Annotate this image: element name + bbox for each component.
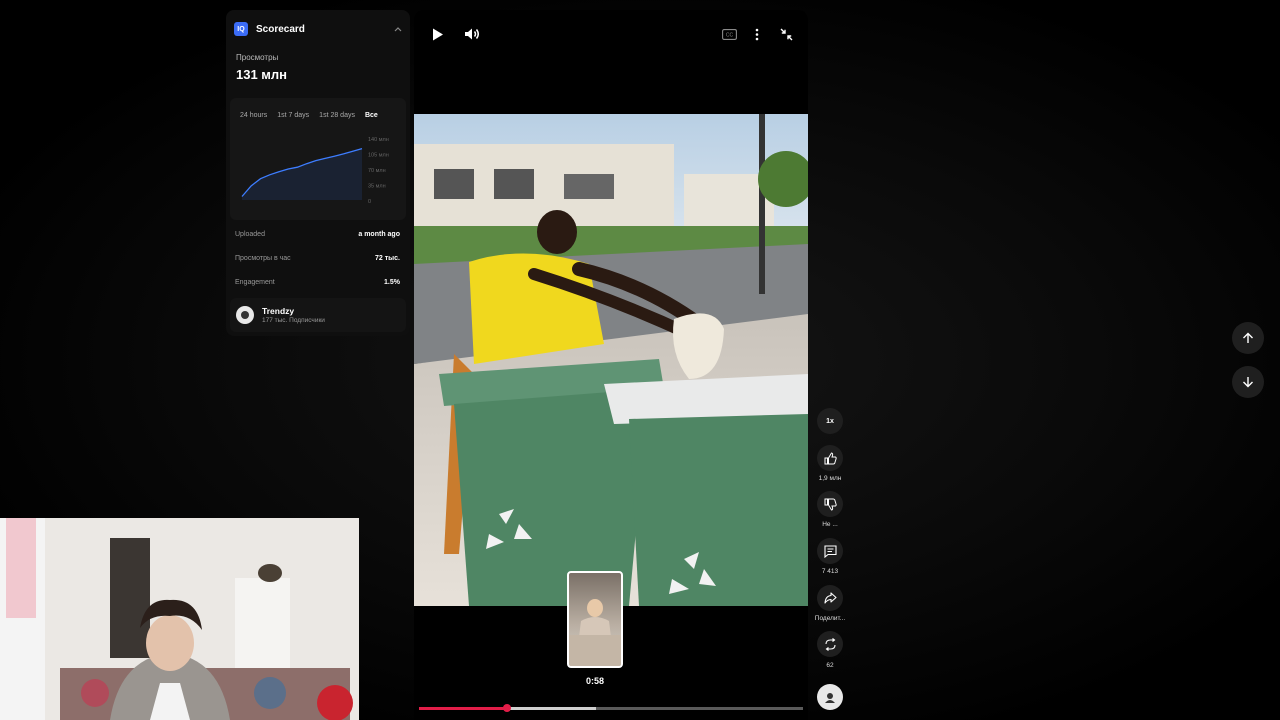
remix-icon [824, 637, 836, 651]
y-tick-label: 35 млн [368, 184, 386, 190]
stat-views-per-hour: Просмотры в час 72 тыс. [230, 246, 406, 270]
comments-count: 7 413 [821, 568, 839, 575]
volume-button[interactable] [462, 24, 482, 44]
stat-uploaded: Uploaded a month ago [230, 222, 406, 246]
captions-icon: CC [721, 28, 737, 40]
video-scene [414, 114, 808, 606]
views-chart-card: 24 hours 1st 7 days 1st 28 days Все 140 … [230, 98, 406, 220]
speed-button[interactable]: 1x [817, 408, 843, 434]
chevron-up-icon[interactable] [394, 25, 402, 34]
like-button[interactable] [817, 445, 843, 471]
progress-scrubber-handle[interactable] [503, 704, 512, 712]
svg-text:CC: CC [725, 32, 733, 38]
scorecard-panel: IQ Scorecard Просмотры 131 млн 24 hours … [226, 10, 410, 336]
page: IQ Scorecard Просмотры 131 млн 24 hours … [0, 0, 1280, 720]
channel-subscribers: 177 тыс. Подписчики [262, 317, 325, 324]
avatar [825, 693, 835, 703]
tab-first-28-days[interactable]: 1st 28 days [319, 112, 355, 119]
collapse-icon [780, 28, 792, 40]
progress-played [419, 707, 508, 710]
seek-preview-time: 0:58 [585, 676, 604, 686]
views-area [242, 148, 362, 200]
views-chart: 140 млн 105 млн 70 млн 35 млн 0 [241, 137, 389, 205]
progress-hover-range [507, 707, 596, 710]
avatar [236, 306, 254, 324]
arrow-down-icon [1243, 377, 1253, 388]
stat-label: Engagement [235, 278, 275, 286]
remix-button[interactable] [817, 631, 843, 657]
speed-label: 1x [826, 417, 834, 425]
comments-button[interactable] [817, 538, 843, 564]
progress-bar[interactable] [419, 704, 803, 712]
player-top-controls: CC [414, 10, 808, 58]
exit-fullscreen-button[interactable] [776, 24, 796, 44]
y-tick-label: 70 млн [368, 168, 386, 174]
share-icon [823, 592, 837, 604]
play-icon [433, 28, 443, 40]
webcam-scene [0, 518, 359, 720]
dislike-label: Не ... [822, 521, 838, 528]
channel-name: Trendzy [262, 306, 295, 316]
scorecard-title: Scorecard [256, 23, 305, 35]
thumbs-down-icon [824, 498, 837, 511]
stat-label: Uploaded [235, 230, 265, 238]
channel-card[interactable]: Trendzy 177 тыс. Подписчики [230, 298, 406, 332]
webcam-overlay [0, 518, 359, 720]
video-frame[interactable] [414, 114, 808, 606]
stats-list: Uploaded a month ago Просмотры в час 72 … [230, 222, 406, 294]
y-tick-label: 140 млн [368, 137, 389, 143]
stat-engagement: Engagement 1.5% [230, 270, 406, 294]
y-tick-label: 105 млн [368, 153, 389, 159]
tab-first-7-days[interactable]: 1st 7 days [277, 112, 309, 119]
share-button[interactable] [817, 585, 843, 611]
views-label: Просмотры [236, 53, 279, 62]
more-options-button[interactable] [747, 24, 767, 44]
arrow-up-icon [1243, 332, 1253, 343]
stat-value: a month ago [358, 230, 400, 238]
captions-button[interactable]: CC [719, 24, 739, 44]
share-label: Поделит... [814, 615, 846, 622]
thumbs-up-icon [824, 451, 837, 464]
range-tabs: 24 hours 1st 7 days 1st 28 days Все [240, 112, 378, 119]
remix-count: 62 [826, 662, 834, 669]
tab-24-hours[interactable]: 24 hours [240, 112, 267, 119]
tab-all[interactable]: Все [365, 112, 378, 119]
seek-preview-thumbnail [567, 571, 623, 668]
stat-value: 1.5% [384, 278, 400, 286]
like-count: 1,9 млн [818, 475, 842, 482]
dislike-button[interactable] [817, 491, 843, 517]
stat-value: 72 тыс. [375, 254, 400, 262]
more-vert-icon [755, 28, 759, 40]
play-button[interactable] [428, 24, 448, 44]
comment-icon [823, 544, 837, 558]
y-tick-label: 0 [368, 199, 371, 205]
volume-icon [465, 28, 479, 40]
channel-avatar-button[interactable] [817, 684, 843, 710]
stat-label: Просмотры в час [235, 254, 291, 262]
next-video-button[interactable] [1232, 366, 1264, 398]
scorecard-header[interactable]: IQ Scorecard [234, 20, 402, 38]
previous-video-button[interactable] [1232, 322, 1264, 354]
views-value: 131 млн [236, 67, 288, 82]
scorecard-logo: IQ [234, 22, 248, 36]
video-player[interactable]: CC 0:58 [414, 10, 808, 720]
